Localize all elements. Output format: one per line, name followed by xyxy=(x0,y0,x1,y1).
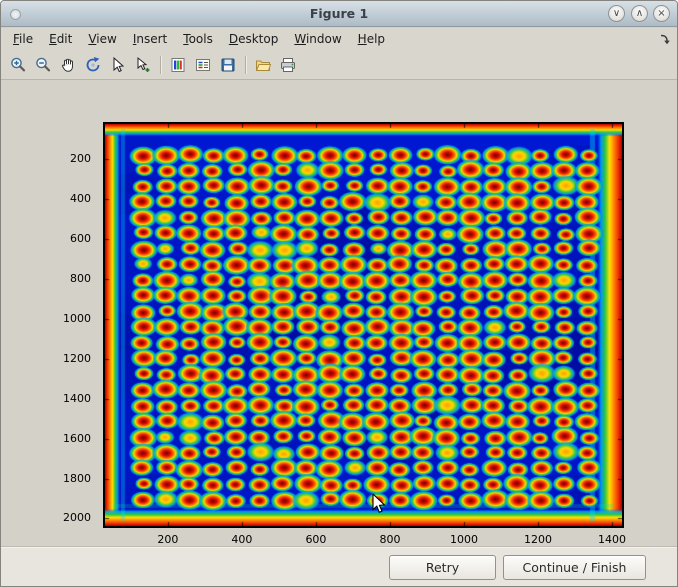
x-axis-tick-labels: 200400600800100012001400 xyxy=(103,533,624,548)
x-axis-tick-label: 400 xyxy=(222,533,262,546)
pan-button[interactable] xyxy=(56,53,80,77)
zoom-in-button[interactable] xyxy=(6,53,30,77)
menu-file[interactable]: File xyxy=(5,28,41,50)
retry-button[interactable]: Retry xyxy=(389,555,496,580)
heatmap-plot-canvas[interactable] xyxy=(105,124,622,526)
colorbar-icon xyxy=(169,56,187,74)
y-axis-tick-labels: 200 400 600 800 1000 1200 1400 1600 1800 2000 xyxy=(57,122,99,528)
axes-box xyxy=(103,122,624,528)
zoom-out-button[interactable] xyxy=(31,53,55,77)
x-axis-tick-label: 600 xyxy=(296,533,336,546)
minimize-icon: ∨ xyxy=(613,8,620,19)
print-icon xyxy=(279,56,297,74)
maximize-button[interactable]: ∧ xyxy=(631,5,648,22)
maximize-icon: ∧ xyxy=(636,8,643,19)
open-file-button[interactable] xyxy=(251,53,275,77)
y-axis-tick-label: 1600 xyxy=(57,432,91,445)
window-titlebar: Figure 1 ∨ ∧ × xyxy=(1,1,677,27)
insert-legend-button[interactable] xyxy=(191,53,215,77)
menu-tools[interactable]: Tools xyxy=(175,28,221,50)
menu-view[interactable]: View xyxy=(80,28,124,50)
insert-colorbar-button[interactable] xyxy=(166,53,190,77)
menu-help[interactable]: Help xyxy=(350,28,393,50)
x-axis-tick-label: 200 xyxy=(148,533,188,546)
y-axis-tick-label: 600 xyxy=(57,232,91,245)
y-axis-tick-label: 1200 xyxy=(57,352,91,365)
legend-icon xyxy=(194,56,212,74)
x-axis-tick-label: 1200 xyxy=(518,533,558,546)
figure-content-area: 200 400 600 800 1000 1200 1400 1600 1800 2000 200… xyxy=(1,81,677,586)
menu-window[interactable]: Window xyxy=(286,28,349,50)
y-axis-tick-label: 200 xyxy=(57,152,91,165)
mouse-cursor xyxy=(372,494,388,515)
continue-finish-button[interactable]: Continue / Finish xyxy=(503,555,646,580)
rotate-3d-icon xyxy=(84,56,102,74)
zoom-out-icon xyxy=(34,56,52,74)
toolbar-separator xyxy=(160,56,161,74)
x-axis-tick-label: 800 xyxy=(370,533,410,546)
figure-toolbar xyxy=(1,50,677,80)
edit-plot-icon xyxy=(134,56,152,74)
x-axis-tick-label: 1000 xyxy=(444,533,484,546)
data-cursor-icon xyxy=(109,56,127,74)
pan-hand-icon xyxy=(59,56,77,74)
figure-window: Figure 1 ∨ ∧ × File Edit View Insert Too… xyxy=(0,0,678,587)
y-axis-tick-label: 2000 xyxy=(57,511,91,524)
y-axis-tick-label: 400 xyxy=(57,192,91,205)
menu-bar: File Edit View Insert Tools Desktop Wind… xyxy=(1,28,677,50)
y-axis-tick-label: 1800 xyxy=(57,472,91,485)
menu-insert[interactable]: Insert xyxy=(125,28,175,50)
save-button[interactable] xyxy=(216,53,240,77)
open-folder-icon xyxy=(254,56,272,74)
dock-figure-icon[interactable] xyxy=(659,33,671,45)
y-axis-tick-label: 800 xyxy=(57,272,91,285)
data-cursor-button[interactable] xyxy=(106,53,130,77)
menu-desktop[interactable]: Desktop xyxy=(221,28,287,50)
y-axis-tick-label: 1000 xyxy=(57,312,91,325)
save-icon xyxy=(219,56,237,74)
minimize-button[interactable]: ∨ xyxy=(608,5,625,22)
menu-edit[interactable]: Edit xyxy=(41,28,80,50)
toolbar-separator xyxy=(245,56,246,74)
rotate-3d-button[interactable] xyxy=(81,53,105,77)
dialog-button-bar: Retry Continue / Finish xyxy=(1,547,677,586)
close-icon: × xyxy=(657,8,665,19)
y-axis-tick-label: 1400 xyxy=(57,392,91,405)
window-title: Figure 1 xyxy=(1,1,677,27)
edit-plot-button[interactable] xyxy=(131,53,155,77)
x-axis-tick-label: 1400 xyxy=(592,533,632,546)
close-button[interactable]: × xyxy=(653,5,670,22)
zoom-in-icon xyxy=(9,56,27,74)
print-button[interactable] xyxy=(276,53,300,77)
